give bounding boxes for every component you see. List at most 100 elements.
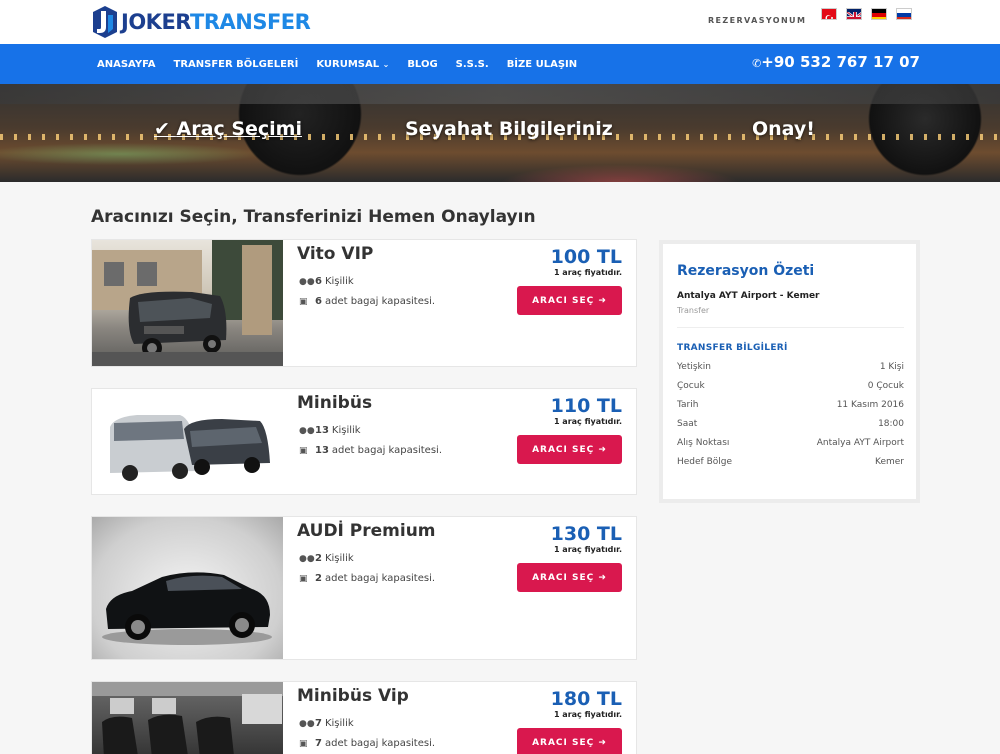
users-icon: ●● xyxy=(299,277,315,287)
main-navbar: ANASAYFA TRANSFER BÖLGELERİ KURUMSAL ⌄ B… xyxy=(0,44,1000,84)
vehicle-price-note: 1 araç fiyatıdır. xyxy=(553,268,622,277)
flag-turkey-icon[interactable] xyxy=(821,8,837,20)
select-vehicle-button-label: ARACI SEÇ xyxy=(532,444,595,455)
summary-divider xyxy=(677,327,904,328)
arrow-right-icon: ➜ xyxy=(598,737,607,748)
vehicle-name: Vito VIP xyxy=(297,244,374,264)
summary-type: Transfer xyxy=(677,306,710,315)
hero-wing-decoration xyxy=(0,84,1000,104)
summary-row-time: Saat 18:00 xyxy=(677,419,904,429)
vehicle-capacity: ●● 13 Kişilik xyxy=(299,425,361,436)
summary-subtitle: TRANSFER BİLGİLERİ xyxy=(677,343,788,353)
vehicle-name: Minibüs Vip xyxy=(297,686,409,706)
arrow-right-icon: ➜ xyxy=(598,572,607,583)
vehicle-price-note: 1 araç fiyatıdır. xyxy=(553,417,622,426)
arrow-right-icon: ➜ xyxy=(598,444,607,455)
nav-item-transfer-bolgeleri[interactable]: TRANSFER BÖLGELERİ xyxy=(174,59,299,70)
suitcase-icon: ▣ xyxy=(299,446,308,456)
summary-row-label: Yetişkin xyxy=(677,362,711,372)
vehicle-luggage-value: 2 xyxy=(315,573,322,584)
vehicle-card-audi-premium: AUDİ Premium ●● 2 Kişilik ▣ 2 adet bagaj kap… xyxy=(91,516,637,660)
vehicle-capacity-label: Kişilik xyxy=(331,425,361,436)
top-header: JOKERTRANSFER REZERVASYONUM xyxy=(0,0,1000,44)
users-icon: ●● xyxy=(299,426,315,436)
nav-item-anasayfa[interactable]: ANASAYFA xyxy=(97,59,156,70)
nav-item-bize-ulasin[interactable]: BİZE ULAŞIN xyxy=(507,59,577,70)
summary-row-label: Tarih xyxy=(677,400,699,410)
arrow-right-icon: ➜ xyxy=(598,295,607,306)
vehicle-capacity-value: 2 xyxy=(315,553,322,564)
vehicle-luggage-value: 6 xyxy=(315,296,322,307)
vehicle-image-vito-vip xyxy=(92,240,283,366)
vehicle-price: 100 TL xyxy=(550,246,622,268)
logo-text-transfer: TRANSFER xyxy=(190,10,311,34)
summary-row-label: Alış Noktası xyxy=(677,438,730,448)
vehicle-price-note: 1 araç fiyatıdır. xyxy=(553,710,622,719)
vehicle-price: 110 TL xyxy=(550,395,622,417)
summary-row-label: Hedef Bölge xyxy=(677,457,733,467)
summary-title: Rezerasyon Özeti xyxy=(677,263,815,279)
vehicle-price-note: 1 araç fiyatıdır. xyxy=(553,545,622,554)
select-vehicle-button[interactable]: ARACI SEÇ ➜ xyxy=(517,286,622,315)
users-icon: ●● xyxy=(299,719,315,729)
summary-row-value: 0 Çocuk xyxy=(867,381,904,391)
suitcase-icon: ▣ xyxy=(299,297,308,307)
vehicle-luggage-label: adet bagaj kapasitesi. xyxy=(331,445,443,456)
summary-row-value: Antalya AYT Airport xyxy=(816,438,904,448)
flag-russia-icon[interactable] xyxy=(896,8,912,20)
summary-row-value: Kemer xyxy=(875,457,904,467)
logo-text: JOKERTRANSFER xyxy=(121,10,311,34)
summary-row-value: 18:00 xyxy=(878,419,904,429)
reservation-link[interactable]: REZERVASYONUM xyxy=(708,16,806,25)
vehicle-image-minibus-vip xyxy=(92,682,283,754)
step-travel-info: Seyahat Bilgileriniz xyxy=(405,118,613,140)
summary-row-value: 1 Kişi xyxy=(879,362,904,372)
vehicle-capacity-label: Kişilik xyxy=(324,553,354,564)
vehicle-card-minibus-vip: Minibüs Vip ●● 7 Kişilik ▣ 7 adet bagaj kapa… xyxy=(91,681,637,754)
vehicle-name: AUDİ Premium xyxy=(297,521,436,541)
vehicle-luggage: ▣ 2 adet bagaj kapasitesi. xyxy=(299,573,435,584)
summary-row-value: 11 Kasım 2016 xyxy=(836,400,904,410)
hero-steps-banner: ✔ Araç Seçimi Seyahat Bilgileriniz Onay! xyxy=(0,84,1000,182)
phone-number-text: +90 532 767 17 07 xyxy=(761,53,920,71)
vehicle-luggage-value: 13 xyxy=(315,445,329,456)
step-vehicle-selection[interactable]: ✔ Araç Seçimi xyxy=(154,118,302,140)
flag-germany-icon[interactable] xyxy=(871,8,887,20)
phone-number[interactable]: ✆+90 532 767 17 07 xyxy=(752,53,920,71)
reservation-summary: Rezerasyon Özeti Antalya AYT Airport - K… xyxy=(659,240,920,503)
vehicle-luggage: ▣ 6 adet bagaj kapasitesi. xyxy=(299,296,435,307)
summary-row-label: Saat xyxy=(677,419,698,429)
vehicle-luggage-value: 7 xyxy=(315,738,322,749)
vehicle-luggage: ▣ 7 adet bagaj kapasitesi. xyxy=(299,738,435,749)
vehicle-image-audi-premium xyxy=(92,517,283,659)
vehicle-price: 130 TL xyxy=(550,523,622,545)
logo[interactable]: JOKERTRANSFER xyxy=(91,4,311,40)
select-vehicle-button[interactable]: ARACI SEÇ ➜ xyxy=(517,728,622,754)
vehicle-capacity-label: Kişilik xyxy=(324,718,354,729)
step-confirm: Onay! xyxy=(752,118,815,140)
summary-row-adults: Yetişkin 1 Kişi xyxy=(677,362,904,372)
select-vehicle-button[interactable]: ARACI SEÇ ➜ xyxy=(517,563,622,592)
vehicle-capacity-value: 7 xyxy=(315,718,322,729)
summary-row-destination: Hedef Bölge Kemer xyxy=(677,457,904,467)
flag-uk-icon[interactable] xyxy=(846,8,862,20)
suitcase-icon: ▣ xyxy=(299,739,308,749)
nav-item-sss[interactable]: S.S.S. xyxy=(456,59,489,70)
nav-item-blog[interactable]: BLOG xyxy=(407,59,437,70)
select-vehicle-button-label: ARACI SEÇ xyxy=(532,572,595,583)
suitcase-icon: ▣ xyxy=(299,574,308,584)
vehicle-luggage-label: adet bagaj kapasitesi. xyxy=(324,573,436,584)
phone-icon: ✆ xyxy=(752,57,762,70)
check-icon: ✔ xyxy=(154,118,170,140)
select-vehicle-button-label: ARACI SEÇ xyxy=(532,737,595,748)
vehicle-image-minibus xyxy=(92,389,283,494)
summary-row-date: Tarih 11 Kasım 2016 xyxy=(677,400,904,410)
select-vehicle-button-label: ARACI SEÇ xyxy=(532,295,595,306)
logo-mark-icon xyxy=(93,6,117,38)
vehicle-luggage: ▣ 13 adet bagaj kapasitesi. xyxy=(299,445,442,456)
summary-route: Antalya AYT Airport - Kemer xyxy=(677,291,820,301)
nav-item-kurumsal[interactable]: KURUMSAL ⌄ xyxy=(316,59,389,70)
nav-item-kurumsal-label: KURUMSAL xyxy=(316,58,380,70)
vehicle-card-vito-vip: Vito VIP ●● 6 Kişilik ▣ 6 adet bagaj kapasit… xyxy=(91,239,637,367)
select-vehicle-button[interactable]: ARACI SEÇ ➜ xyxy=(517,435,622,464)
